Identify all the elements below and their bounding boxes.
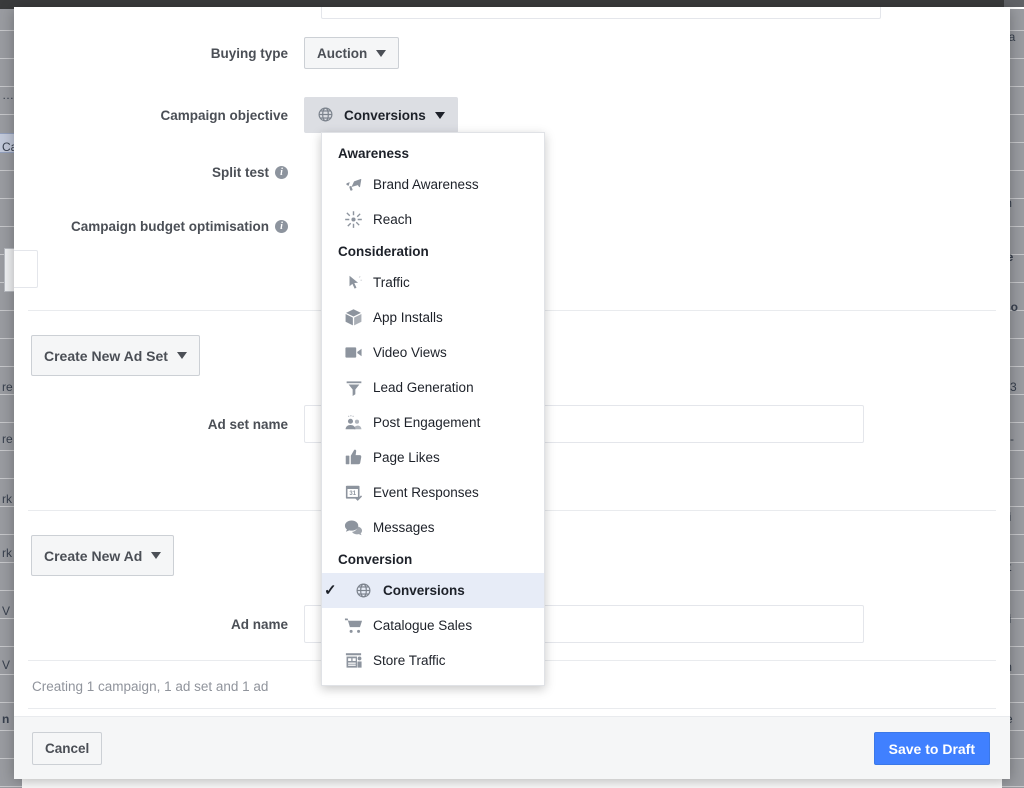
menu-item-lead-generation[interactable]: Lead Generation (322, 370, 544, 405)
campaign-budget-optimisation-label-text: Campaign budget optimisation (71, 219, 269, 234)
menu-item-label: Traffic (373, 275, 410, 290)
menu-item-label: Brand Awareness (373, 177, 479, 192)
modal-footer: Cancel Save to Draft (14, 716, 1010, 779)
menu-item-video-views[interactable]: Video Views (322, 335, 544, 370)
cancel-button[interactable]: Cancel (32, 732, 103, 765)
menu-item-page-likes[interactable]: Page Likes (322, 440, 544, 475)
background-topbar-right (1004, 0, 1024, 7)
field-row-campaign-objective: Campaign objective Conversions (14, 97, 1010, 133)
modal-body: Buying type Auction Campaign objective C… (14, 7, 1010, 716)
cube-box-icon (344, 308, 363, 327)
info-icon[interactable]: i (275, 166, 288, 179)
menu-item-label: Store Traffic (373, 653, 446, 668)
funnel-icon (344, 378, 363, 397)
chevron-down-icon (434, 111, 445, 119)
menu-item-label: Conversions (383, 583, 465, 598)
campaign-name-input[interactable] (321, 7, 881, 19)
buying-type-dropdown[interactable]: Auction (304, 37, 400, 69)
globe-icon (354, 581, 373, 600)
cursor-arrow-icon (344, 273, 363, 292)
split-test-label-text: Split test (211, 165, 269, 180)
menu-group-label: Awareness (338, 146, 410, 161)
check-icon: ✓ (324, 582, 337, 599)
campaign-budget-input[interactable] (14, 250, 38, 288)
menu-item-label: Catalogue Sales (373, 618, 473, 633)
menu-item-reach[interactable]: Reach (322, 202, 544, 237)
chevron-down-icon (151, 552, 162, 559)
menu-group-label: Consideration (338, 244, 429, 259)
asterisk-burst-icon (344, 210, 363, 229)
speech-bubbles-icon (344, 518, 363, 537)
menu-item-catalogue-sales[interactable]: Catalogue Sales (322, 608, 544, 643)
section-divider (28, 708, 996, 709)
ad-set-name-label: Ad set name (207, 416, 288, 432)
create-new-ad-set-button[interactable]: Create New Ad Set (31, 335, 200, 376)
menu-item-store-traffic[interactable]: Store Traffic (322, 643, 544, 678)
menu-item-brand-awareness[interactable]: Brand Awareness (322, 167, 544, 202)
menu-item-post-engagement[interactable]: Post Engagement (322, 405, 544, 440)
split-test-label: Split test i (14, 165, 304, 180)
menu-item-label: App Installs (373, 310, 443, 325)
menu-item-messages[interactable]: Messages (322, 510, 544, 545)
field-row-buying-type: Buying type Auction (14, 37, 1010, 69)
create-new-ad-set-label: Create New Ad Set (44, 347, 168, 364)
menu-item-traffic[interactable]: Traffic (322, 265, 544, 300)
menu-item-label: Messages (373, 520, 435, 535)
menu-item-label: Lead Generation (373, 380, 474, 395)
globe-icon (317, 106, 335, 124)
background-table-row (0, 786, 22, 787)
storefront-icon (344, 651, 363, 670)
people-group-icon (344, 413, 363, 432)
campaign-objective-label: Campaign objective (160, 107, 288, 123)
menu-item-label: Page Likes (373, 450, 440, 465)
menu-item-label: Post Engagement (373, 415, 481, 430)
shopping-trolley-icon (344, 616, 363, 635)
ad-name-label: Ad name (230, 616, 288, 632)
calendar-check-icon: 31 (344, 483, 363, 502)
menu-item-label: Reach (373, 212, 413, 227)
chevron-down-icon (176, 352, 187, 359)
creation-status-text: Creating 1 campaign, 1 ad set and 1 ad (32, 679, 269, 694)
info-icon[interactable]: i (275, 220, 288, 233)
menu-item-app-installs[interactable]: App Installs (322, 300, 544, 335)
video-camera-icon (344, 343, 363, 362)
campaign-objective-dropdown[interactable]: Conversions (304, 97, 458, 133)
create-new-ad-button[interactable]: Create New Ad (31, 535, 175, 576)
menu-item-event-responses[interactable]: 31 Event Responses (322, 475, 544, 510)
campaign-budget-optimisation-label: Campaign budget optimisation i (14, 219, 304, 234)
save-to-draft-button[interactable]: Save to Draft (873, 732, 990, 765)
buying-type-label: Buying type (210, 45, 288, 61)
menu-group-label: Conversion (338, 552, 413, 567)
svg-text:31: 31 (349, 491, 356, 497)
create-campaign-modal: Buying type Auction Campaign objective C… (14, 7, 1010, 779)
campaign-objective-value: Conversions (344, 107, 426, 123)
menu-item-label: Video Views (373, 345, 447, 360)
megaphone-icon (344, 175, 363, 194)
background-table-row (1002, 786, 1024, 787)
buying-type-value: Auction (317, 45, 368, 61)
menu-item-label: Event Responses (373, 485, 479, 500)
create-new-ad-label: Create New Ad (44, 547, 143, 564)
thumbs-up-icon (344, 448, 363, 467)
chevron-down-icon (376, 49, 387, 57)
menu-item-conversions[interactable]: ✓ Conversions (322, 573, 544, 608)
campaign-objective-menu: Awareness Brand Awareness Reach Considerati… (321, 132, 545, 686)
